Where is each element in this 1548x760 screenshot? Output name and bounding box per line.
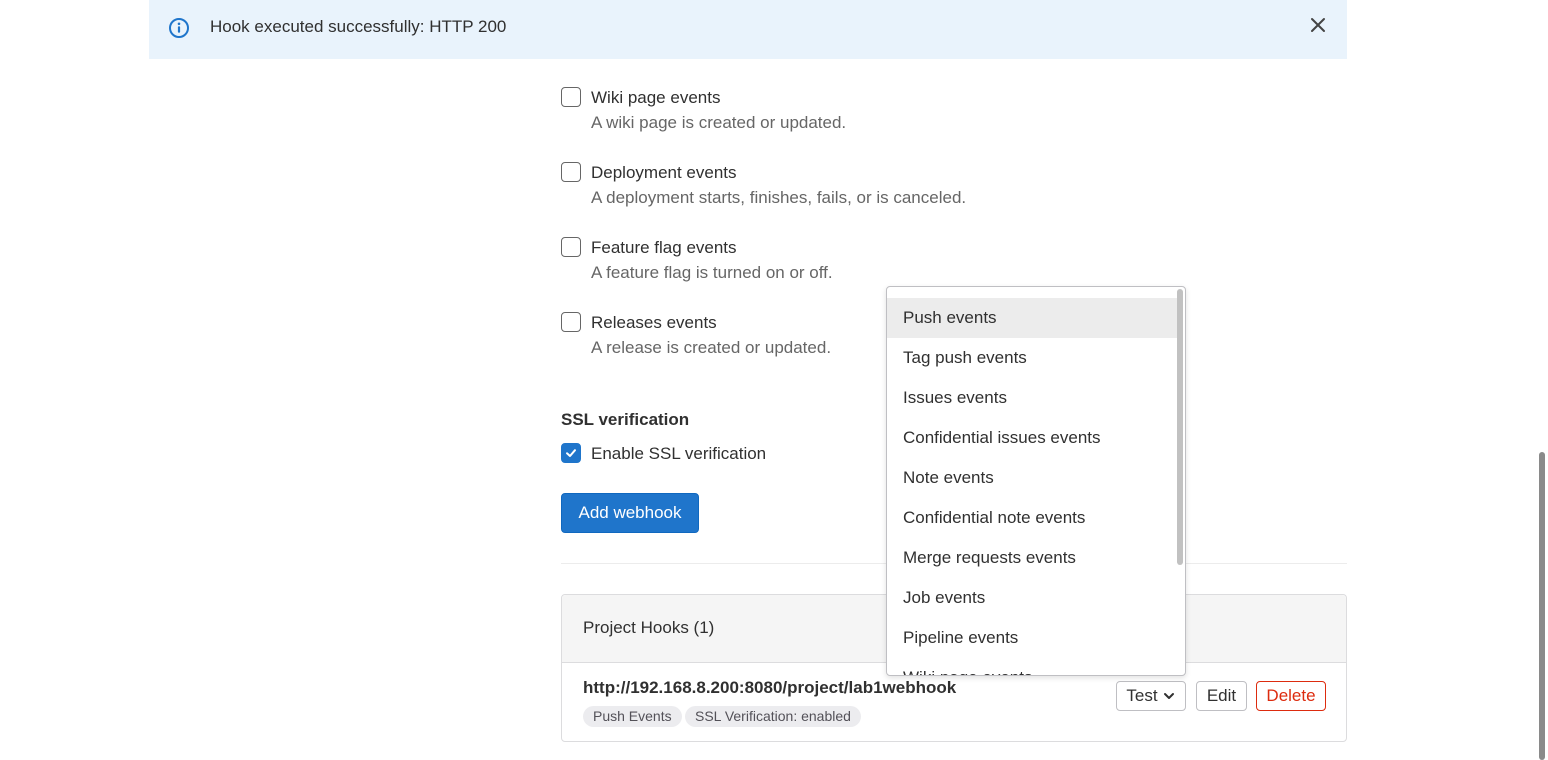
ssl-section-title: SSL verification: [561, 410, 690, 429]
info-icon: [169, 18, 189, 38]
test-dropdown-menu: Push events Tag push events Issues event…: [886, 286, 1186, 676]
dropdown-item-job-events[interactable]: Job events: [887, 578, 1177, 618]
event-description: A wiki page is created or updated.: [591, 113, 847, 132]
delete-hook-button[interactable]: Delete: [1256, 681, 1326, 711]
event-label: Feature flag events: [591, 238, 737, 257]
test-button-label: Test: [1126, 686, 1158, 705]
dropdown-scrollbar[interactable]: [1177, 289, 1183, 565]
dropdown-item-pipeline-events[interactable]: Pipeline events: [887, 618, 1177, 658]
check-icon: [566, 449, 576, 457]
success-alert: Hook executed successfully: HTTP 200: [149, 0, 1347, 59]
event-label: Deployment events: [591, 163, 737, 182]
event-label: Releases events: [591, 313, 717, 332]
event-description: A release is created or updated.: [591, 338, 832, 357]
project-hooks-title: Project Hooks (1): [583, 618, 715, 637]
releases-events-checkbox[interactable]: [561, 312, 581, 332]
close-icon[interactable]: [1307, 14, 1329, 36]
dropdown-item-wiki-page-events[interactable]: Wiki page events: [887, 658, 1177, 675]
event-description: A feature flag is turned on or off.: [591, 263, 833, 282]
event-description: A deployment starts, finishes, fails, or…: [591, 188, 967, 207]
page-scrollbar[interactable]: [1539, 452, 1545, 760]
event-label: Wiki page events: [591, 88, 721, 107]
deployment-events-checkbox[interactable]: [561, 162, 581, 182]
dropdown-item-confidential-note-events[interactable]: Confidential note events: [887, 498, 1177, 538]
dropdown-item-push-events[interactable]: Push events: [887, 298, 1177, 338]
ssl-checkbox-label: Enable SSL verification: [591, 444, 767, 463]
add-webhook-button[interactable]: Add webhook: [561, 493, 699, 533]
enable-ssl-checkbox[interactable]: [561, 443, 581, 463]
ssl-verification-badge: SSL Verification: enabled: [685, 706, 861, 727]
edit-hook-button[interactable]: Edit: [1196, 681, 1247, 711]
dropdown-item-merge-requests-events[interactable]: Merge requests events: [887, 538, 1177, 578]
dropdown-item-issues-events[interactable]: Issues events: [887, 378, 1177, 418]
dropdown-item-note-events[interactable]: Note events: [887, 458, 1177, 498]
test-dropdown-button[interactable]: Test: [1116, 681, 1186, 711]
page: Hook executed successfully: HTTP 200 Wik…: [0, 0, 1548, 760]
chevron-down-icon: [1163, 693, 1174, 699]
push-events-badge: Push Events: [583, 706, 682, 727]
dropdown-item-confidential-issues-events[interactable]: Confidential issues events: [887, 418, 1177, 458]
hook-url: http://192.168.8.200:8080/project/lab1we…: [583, 678, 957, 697]
alert-message: Hook executed successfully: HTTP 200: [210, 17, 507, 36]
wiki-page-events-checkbox[interactable]: [561, 87, 581, 107]
feature-flag-events-checkbox[interactable]: [561, 237, 581, 257]
dropdown-item-tag-push-events[interactable]: Tag push events: [887, 338, 1177, 378]
